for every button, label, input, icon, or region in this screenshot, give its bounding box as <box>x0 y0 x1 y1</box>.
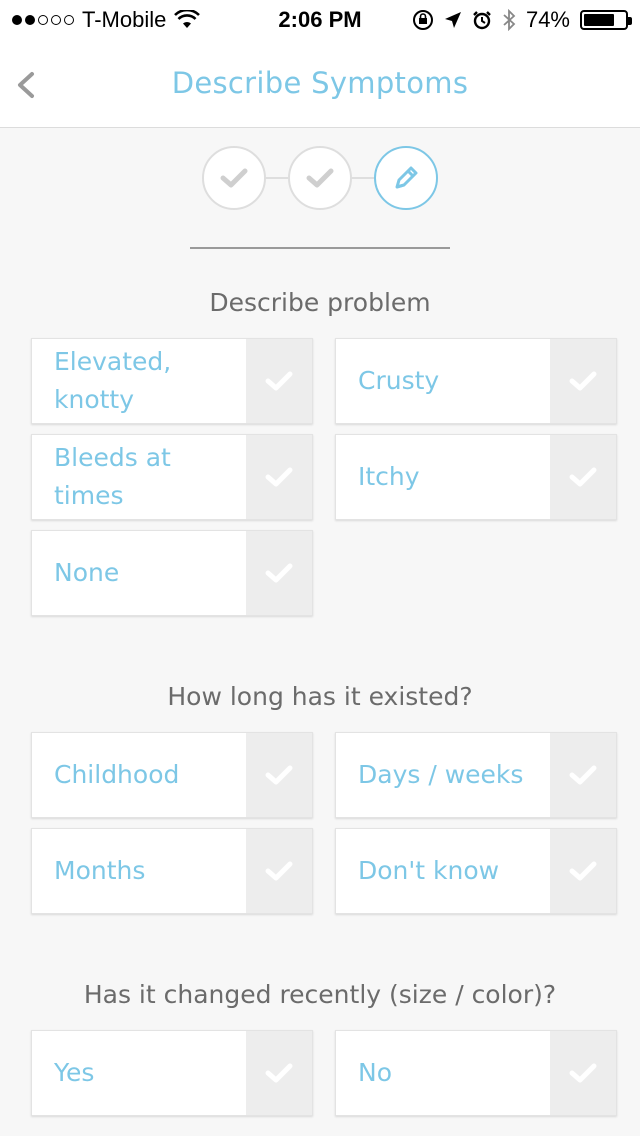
option-days-weeks[interactable]: Days / weeks <box>335 732 617 818</box>
option-no[interactable]: No <box>335 1030 617 1116</box>
option-label: Crusty <box>358 366 440 395</box>
option-crusty[interactable]: Crusty <box>335 338 617 424</box>
status-right: 74% <box>412 7 632 33</box>
option-months[interactable]: Months <box>31 828 313 914</box>
step-1 <box>202 146 266 210</box>
check-icon <box>246 733 312 817</box>
check-icon <box>246 829 312 913</box>
check-icon <box>220 168 248 188</box>
progress-stepper <box>0 146 640 212</box>
section-title-how-long: How long has it existed? <box>167 682 473 711</box>
option-itchy[interactable]: Itchy <box>335 434 617 520</box>
battery-fill <box>584 14 614 26</box>
check-icon <box>246 1031 312 1115</box>
status-bar: T-Mobile 2:06 PM 74% <box>0 0 640 40</box>
nav-bar: Describe Symptoms <box>0 40 640 128</box>
option-label: Don't know <box>358 856 500 885</box>
pencil-icon <box>395 166 418 189</box>
step-connector <box>265 177 289 179</box>
option-label: Months <box>54 856 146 885</box>
check-icon <box>550 733 616 817</box>
option-none[interactable]: None <box>31 530 313 616</box>
option-label: No <box>358 1058 392 1087</box>
option-label: Days / weeks <box>358 760 524 789</box>
option-childhood[interactable]: Childhood <box>31 732 313 818</box>
option-label: Yes <box>54 1058 95 1087</box>
check-icon <box>550 829 616 913</box>
check-icon <box>306 168 334 188</box>
alarm-icon <box>473 11 491 30</box>
option-label: Elevated, knotty <box>54 347 172 414</box>
option-bleeds-at-times[interactable]: Bleeds at times <box>31 434 313 520</box>
option-dont-know[interactable]: Don't know <box>335 828 617 914</box>
page-title: Describe Symptoms <box>171 66 469 100</box>
divider <box>190 247 450 249</box>
check-icon <box>550 435 616 519</box>
location-icon <box>444 12 461 28</box>
option-label: Bleeds at times <box>54 443 171 510</box>
option-label: None <box>54 558 120 587</box>
section-title-changed-recently: Has it changed recently (size / color)? <box>83 980 557 1009</box>
option-yes[interactable]: Yes <box>31 1030 313 1116</box>
bluetooth-icon <box>503 9 516 31</box>
check-icon <box>246 531 312 615</box>
check-icon <box>550 1031 616 1115</box>
battery-icon <box>580 10 632 30</box>
check-icon <box>246 435 312 519</box>
option-elevated-knotty[interactable]: Elevated, knotty <box>31 338 313 424</box>
step-connector <box>351 177 375 179</box>
check-icon <box>246 339 312 423</box>
rotation-lock-icon <box>412 10 433 30</box>
check-icon <box>550 339 616 423</box>
battery-percent: 74% <box>525 7 570 32</box>
option-label: Childhood <box>54 760 180 789</box>
option-label: Itchy <box>358 462 420 491</box>
section-title-describe-problem: Describe problem <box>209 288 431 317</box>
step-3 <box>374 146 438 210</box>
step-2 <box>288 146 352 210</box>
